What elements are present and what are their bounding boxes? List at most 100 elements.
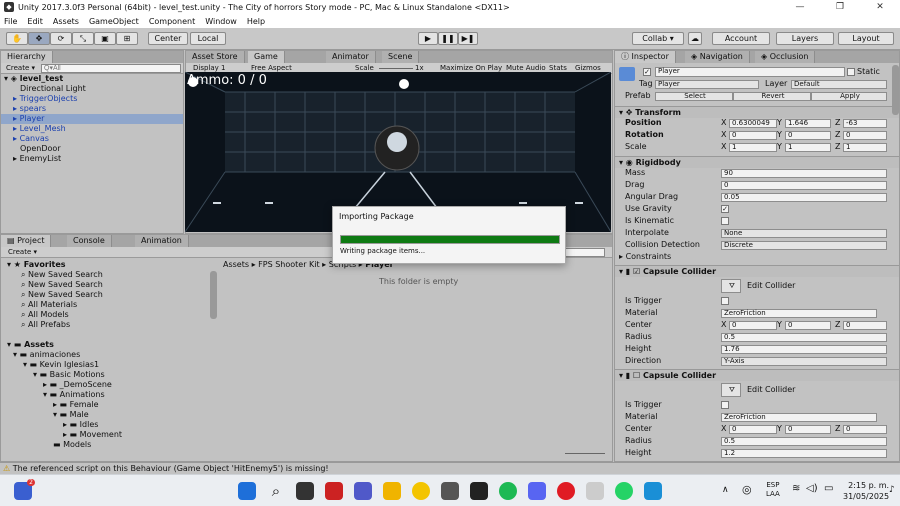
favorite-item[interactable]: ⌕ All Models xyxy=(21,310,69,320)
copilot-icon[interactable]: ◎ xyxy=(742,483,752,496)
center-x-input[interactable]: 0 xyxy=(729,321,777,330)
edit-collider-icon[interactable]: ⛛ xyxy=(721,383,741,397)
transform-header[interactable]: ▾ ✥ Transform xyxy=(615,106,899,118)
wifi-icon[interactable]: ≋ xyxy=(792,483,800,494)
drag-input[interactable]: 0 xyxy=(721,181,887,190)
center-z-input[interactable]: 0 xyxy=(843,425,887,434)
breadcrumb-item[interactable]: FPS Shooter Kit xyxy=(258,260,319,269)
notifications-bell-icon[interactable]: ♪ xyxy=(889,485,895,495)
hierarchy-item[interactable]: ▸ TriggerObjects xyxy=(13,94,77,104)
tab-scene[interactable]: Scene xyxy=(382,51,420,63)
maximize-button[interactable]: ❐ xyxy=(820,0,860,14)
rotation-x-input[interactable]: 0 xyxy=(729,131,777,140)
scale-z-input[interactable]: 1 xyxy=(843,143,887,152)
menu-edit[interactable]: Edit xyxy=(27,17,43,26)
menu-assets[interactable]: Assets xyxy=(53,17,79,26)
store-icon[interactable] xyxy=(441,482,459,500)
height-input[interactable]: 1.76 xyxy=(721,345,887,354)
language-indicator[interactable]: ESP LAA xyxy=(766,481,780,499)
tab-asset-store[interactable]: Asset Store xyxy=(186,51,245,63)
tab-hierarchy[interactable]: Hierarchy xyxy=(1,51,53,63)
object-name-input[interactable]: Player xyxy=(655,67,845,77)
folder-item[interactable]: ▾ ▬ Basic Motions xyxy=(33,370,105,380)
use-gravity-checkbox[interactable]: ✓ xyxy=(721,205,729,213)
position-z-input[interactable]: -63 xyxy=(843,119,887,128)
breadcrumb-item[interactable]: Assets xyxy=(223,260,249,269)
angular-drag-input[interactable]: 0.05 xyxy=(721,193,887,202)
tray-chevron-icon[interactable]: ∧ xyxy=(722,485,729,495)
prefab-apply-button[interactable]: Apply xyxy=(811,92,887,101)
volume-icon[interactable]: ◁) xyxy=(806,483,818,494)
is-kinematic-checkbox[interactable] xyxy=(721,217,729,225)
center-z-input[interactable]: 0 xyxy=(843,321,887,330)
teams-icon[interactable] xyxy=(354,482,372,500)
folder-item[interactable]: ▸ ▬ _DemoScene xyxy=(43,380,112,390)
tab-project[interactable]: ▤ Project xyxy=(1,235,52,247)
icon-size-slider[interactable] xyxy=(565,453,605,454)
rotation-y-input[interactable]: 0 xyxy=(785,131,831,140)
mcafee-icon[interactable] xyxy=(325,482,343,500)
height-input[interactable]: 1.2 xyxy=(721,449,887,458)
capsule-collider-2-header[interactable]: ▾ ▮ ☐ Capsule Collider xyxy=(615,369,899,381)
folder-item[interactable]: ▾ ▬ animaciones xyxy=(13,350,80,360)
opera-icon[interactable] xyxy=(557,482,575,500)
constraints-foldout[interactable]: ▸ Constraints xyxy=(619,252,671,262)
tab-game[interactable]: Game xyxy=(248,51,285,63)
material-field[interactable]: ZeroFriction xyxy=(721,413,877,422)
folder-item[interactable]: ▬ Models xyxy=(53,440,91,450)
pivot-toggle[interactable]: Center xyxy=(148,32,188,45)
favorite-item[interactable]: ⌕ New Saved Search xyxy=(21,280,103,290)
rotation-z-input[interactable]: 0 xyxy=(843,131,887,140)
hierarchy-item-selected[interactable]: ▸ Player xyxy=(1,114,183,124)
inspector-scrollbar[interactable] xyxy=(892,65,899,115)
tab-animator[interactable]: Animator xyxy=(326,51,376,63)
start-button-icon[interactable] xyxy=(238,482,256,500)
folder-item[interactable]: ▾ ▬ Male xyxy=(53,410,89,420)
center-x-input[interactable]: 0 xyxy=(729,425,777,434)
hierarchy-item[interactable]: Directional Light xyxy=(20,84,86,94)
menu-file[interactable]: File xyxy=(4,17,17,26)
is-trigger-checkbox[interactable] xyxy=(721,401,729,409)
active-checkbox[interactable]: ✓ xyxy=(643,68,651,76)
transform-tool-icon[interactable]: ⊞ xyxy=(116,32,138,45)
unity-editor-icon[interactable] xyxy=(586,482,604,500)
minimize-button[interactable]: — xyxy=(780,0,820,14)
hierarchy-item[interactable]: OpenDoor xyxy=(20,144,61,154)
step-button[interactable]: ▶❚ xyxy=(458,32,478,45)
radius-input[interactable]: 0.5 xyxy=(721,437,887,446)
rect-tool-icon[interactable]: ▣ xyxy=(94,32,116,45)
hierarchy-item[interactable]: ▸ Level_Mesh xyxy=(13,124,66,134)
move-tool-icon[interactable]: ✥ xyxy=(28,32,50,45)
folder-item[interactable]: ▸ ▬ Idles xyxy=(63,420,98,430)
prefab-revert-button[interactable]: Revert xyxy=(733,92,811,101)
favorite-item[interactable]: ⌕ All Materials xyxy=(21,300,77,310)
clock[interactable]: 2:15 p. m. 31/05/2025 xyxy=(843,480,889,502)
direction-dropdown[interactable]: Y-Axis xyxy=(721,357,887,366)
hierarchy-item[interactable]: ▸ spears xyxy=(13,104,46,114)
favorite-item[interactable]: ⌕ New Saved Search xyxy=(21,270,103,280)
tab-inspector[interactable]: ⓘ Inspector xyxy=(615,51,676,63)
collision-detection-dropdown[interactable]: Discrete xyxy=(721,241,887,250)
battery-icon[interactable]: ▭ xyxy=(824,483,833,494)
file-explorer-icon[interactable] xyxy=(383,482,401,500)
tab-navigation[interactable]: ◈ Navigation xyxy=(685,51,750,63)
layers-dropdown[interactable]: Layers xyxy=(776,32,834,45)
assets-header[interactable]: ▾ ▬ Assets xyxy=(7,340,54,350)
tab-console[interactable]: Console xyxy=(67,235,112,247)
menu-help[interactable]: Help xyxy=(247,17,265,26)
hierarchy-search-input[interactable] xyxy=(41,64,181,73)
position-x-input[interactable]: 0.6300049 xyxy=(729,119,777,128)
whatsapp-icon[interactable] xyxy=(615,482,633,500)
menu-window[interactable]: Window xyxy=(205,17,237,26)
tag-dropdown[interactable]: Player xyxy=(655,80,759,89)
unity-hub-icon[interactable] xyxy=(470,482,488,500)
capsule-collider-header[interactable]: ▾ ▮ ☑ Capsule Collider xyxy=(615,265,899,277)
rigidbody-header[interactable]: ▾ ◉ Rigidbody xyxy=(615,156,899,168)
mass-input[interactable]: 90 xyxy=(721,169,887,178)
folder-item[interactable]: ▾ ▬ Animations xyxy=(43,390,105,400)
hierarchy-item[interactable]: ▸ EnemyList xyxy=(13,154,61,164)
scale-y-input[interactable]: 1 xyxy=(785,143,831,152)
search-icon[interactable]: ⌕ xyxy=(267,482,285,500)
scale-x-input[interactable]: 1 xyxy=(729,143,777,152)
hierarchy-create-button[interactable]: Create ▾ xyxy=(3,64,38,73)
